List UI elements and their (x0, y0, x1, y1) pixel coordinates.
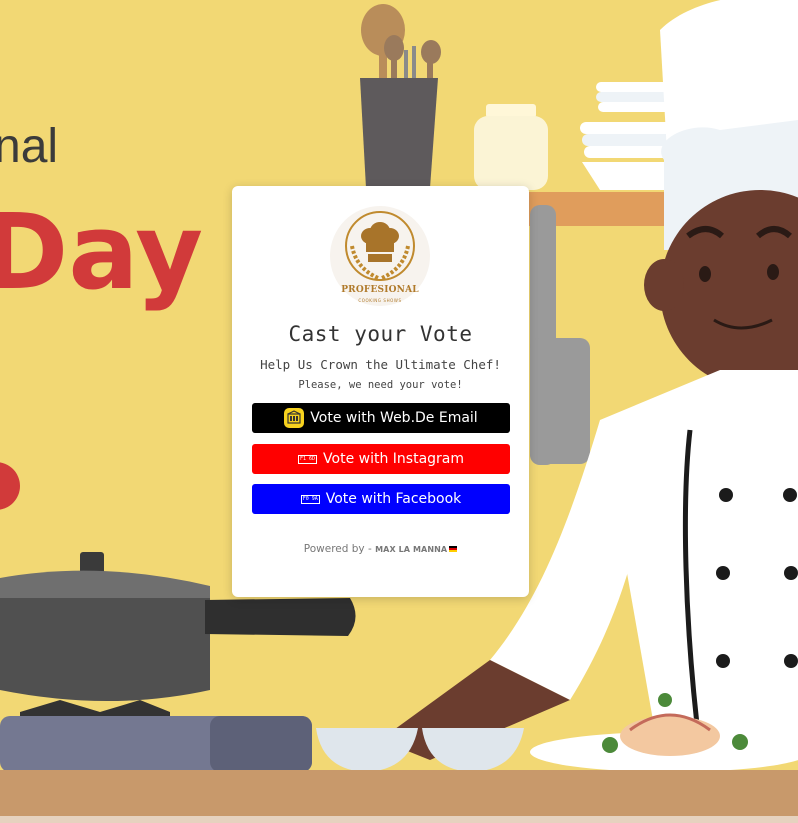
headline-partial-top: nal (0, 120, 58, 173)
webde-logo-icon (284, 408, 305, 428)
logo-sub-text: COOKING SHOWS (358, 298, 402, 303)
vote-request-note: Please, we need your vote! (298, 379, 463, 391)
powered-by-prefix: Powered by - (303, 543, 376, 555)
vote-facebook-label: Vote with Facebook (325, 491, 462, 507)
facebook-icon: F0 9A (300, 494, 320, 504)
powered-by-brand[interactable]: MAX LA MANNA (375, 545, 447, 554)
logo-main-text: PROFESIONAL (341, 285, 419, 295)
vote-instagram-label: Vote with Instagram (323, 451, 465, 467)
subtitle: Help Us Crown the Ultimate Chef! (260, 357, 501, 372)
powered-by: Powered by - MAX LA MANNA (232, 543, 529, 555)
germany-flag-icon (449, 546, 458, 552)
headline-partial-main: Day (0, 191, 203, 313)
vote-card: PROFESIONAL COOKING SHOWS Cast your Vote… (232, 186, 529, 597)
page-title: Cast your Vote (288, 322, 473, 346)
vote-facebook-button[interactable]: F0 9A Vote with Facebook (252, 484, 510, 514)
profesional-logo: PROFESIONAL COOKING SHOWS (330, 206, 430, 306)
instagram-icon: F1 6D (297, 454, 318, 464)
vote-webde-label: Vote with Web.De Email (310, 410, 478, 426)
vote-webde-button[interactable]: Vote with Web.De Email (252, 403, 510, 433)
vote-instagram-button[interactable]: F1 6D Vote with Instagram (252, 444, 510, 474)
